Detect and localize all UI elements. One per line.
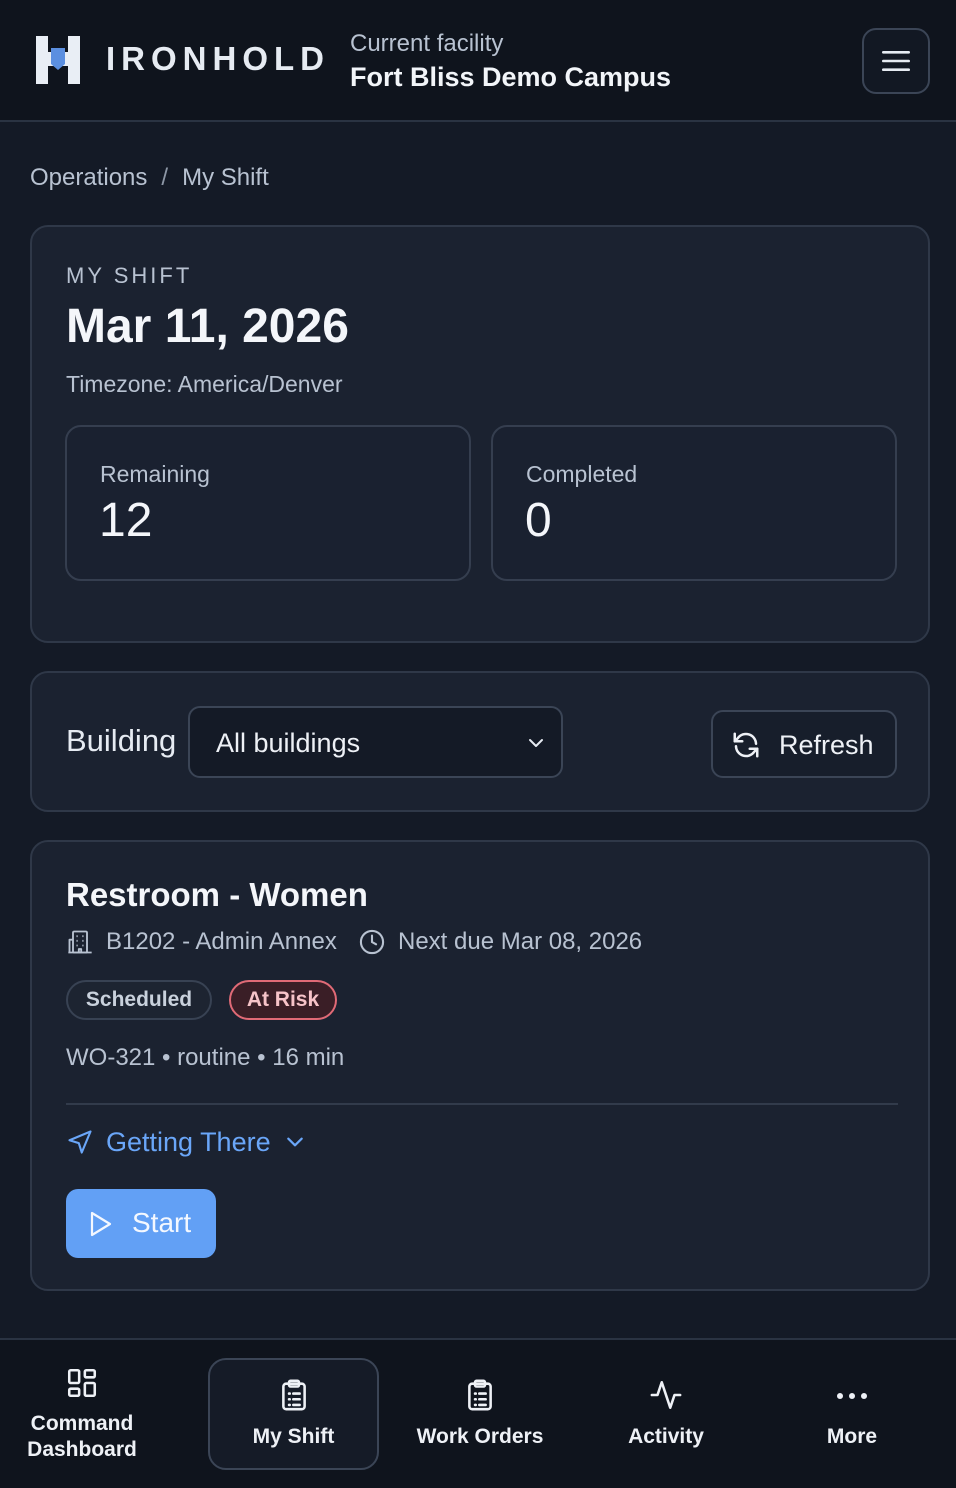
chevron-down-icon xyxy=(529,739,543,747)
dashboard-grid-icon xyxy=(67,1368,97,1398)
building-filter-card: Building All buildings Refresh xyxy=(30,671,930,812)
completed-label: Completed xyxy=(526,461,638,487)
shift-date: Mar 11, 2026 xyxy=(66,300,349,353)
building-filter-label: Building xyxy=(66,723,177,758)
building-icon xyxy=(68,930,92,954)
navigation-arrow-icon xyxy=(68,1130,92,1154)
nav-activity[interactable]: Activity xyxy=(580,1340,752,1488)
building-select-value: All buildings xyxy=(216,728,361,758)
activity-pulse-icon xyxy=(650,1380,682,1410)
app-header: IRONHOLD Current facility Fort Bliss Dem… xyxy=(0,0,956,122)
risk-badge: At Risk xyxy=(229,980,337,1020)
clock-icon xyxy=(359,929,385,955)
nav-command-dashboard[interactable]: Command Dashboard xyxy=(0,1340,164,1488)
getting-there-label: Getting There xyxy=(106,1126,271,1157)
nav-activity-label: Activity xyxy=(628,1425,704,1448)
getting-there-toggle[interactable]: Getting There xyxy=(66,1124,305,1160)
task-details: WO-321 • routine • 16 min xyxy=(66,1044,345,1071)
clipboard-list-icon xyxy=(468,1379,492,1411)
task-next-due-text: Next due Mar 08, 2026 xyxy=(398,928,643,955)
menu-button[interactable] xyxy=(862,28,930,94)
nav-my-shift[interactable]: My Shift xyxy=(208,1340,379,1488)
page: IRONHOLD Current facility Fort Bliss Dem… xyxy=(0,0,956,1488)
divider xyxy=(66,1103,898,1105)
refresh-button[interactable]: Refresh xyxy=(711,710,897,778)
task-title[interactable]: Restroom - Women xyxy=(66,876,368,914)
task-location: B1202 - Admin Annex xyxy=(66,928,337,956)
building-select[interactable]: All buildings xyxy=(188,706,563,778)
refresh-label: Refresh xyxy=(779,730,874,760)
breadcrumb: Operations / My Shift xyxy=(30,164,269,192)
task-next-due: Next due Mar 08, 2026 xyxy=(358,928,642,956)
hamburger-menu-icon xyxy=(882,51,910,71)
breadcrumb-current: My Shift xyxy=(182,164,269,191)
start-label: Start xyxy=(132,1207,192,1238)
chevron-down-icon xyxy=(286,1137,303,1147)
remaining-value: 12 xyxy=(99,494,153,547)
nav-work-orders-label: Work Orders xyxy=(416,1425,544,1448)
refresh-icon xyxy=(733,732,759,758)
status-badge: Scheduled xyxy=(66,980,212,1020)
facility-name[interactable]: Fort Bliss Demo Campus xyxy=(350,62,671,93)
nav-more[interactable]: More xyxy=(766,1340,938,1488)
nav-more-label: More xyxy=(826,1425,878,1448)
shift-eyebrow: MY SHIFT xyxy=(66,263,193,288)
breadcrumb-operations[interactable]: Operations xyxy=(30,164,147,191)
brand-name: IRONHOLD xyxy=(106,40,330,77)
start-button[interactable]: Start xyxy=(66,1189,216,1258)
task-location-text: B1202 - Admin Annex xyxy=(106,928,337,955)
shift-summary-card: MY SHIFT Mar 11, 2026 Timezone: America/… xyxy=(30,225,930,643)
nav-my-shift-label: My Shift xyxy=(252,1425,335,1448)
remaining-label: Remaining xyxy=(100,461,210,487)
bottom-nav: Command Dashboard My Shift Work Orders A… xyxy=(0,1338,956,1488)
completed-value: 0 xyxy=(525,494,552,547)
remaining-stat: Remaining 12 xyxy=(65,425,471,581)
nav-command-line2: Dashboard xyxy=(27,1438,137,1461)
shift-timezone: Timezone: America/Denver xyxy=(66,371,343,397)
nav-command-line1: Command xyxy=(30,1412,134,1435)
completed-stat: Completed 0 xyxy=(491,425,897,581)
more-dots-icon xyxy=(837,1393,867,1399)
facility-label: Current facility xyxy=(350,30,504,57)
play-icon xyxy=(90,1211,112,1237)
breadcrumb-separator: / xyxy=(161,164,169,191)
clipboard-list-icon xyxy=(281,1379,306,1411)
nav-work-orders[interactable]: Work Orders xyxy=(394,1340,566,1488)
task-card: Restroom - Women B1202 - Admin Annex Nex… xyxy=(30,840,930,1291)
ironhold-logo-icon[interactable] xyxy=(34,34,82,86)
